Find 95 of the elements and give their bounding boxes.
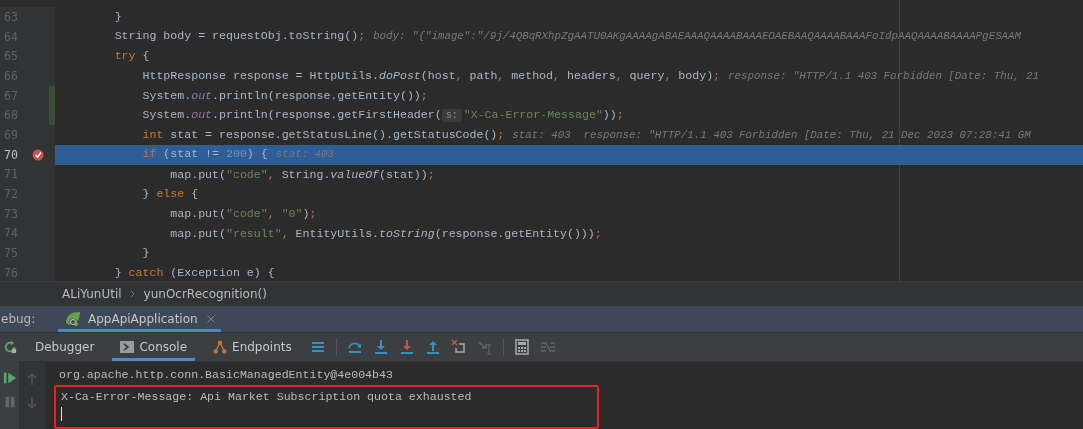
code-keyword: ;: [497, 127, 505, 141]
menu-icon[interactable]: [309, 339, 326, 355]
code-text: String body = requestObj.toString(): [113, 29, 359, 43]
force-step-into-icon[interactable]: [398, 339, 415, 355]
code-text: EntityUtils.: [295, 226, 380, 240]
console-output-line: X-Ca-Error-Message: Api Market Subscription quota exhausted: [61, 389, 473, 405]
code-text: (stat)): [379, 167, 428, 181]
code-string: "code": [226, 167, 268, 181]
console-output-line: org.apache.http.conn.BasicManagedEntity@4e004b43: [59, 367, 394, 383]
code-keyword: ,: [664, 68, 673, 82]
code-method: valueOf: [330, 167, 380, 181]
code-field: out: [191, 107, 213, 121]
code-text: String.: [281, 167, 331, 181]
code-keyword: else: [156, 187, 185, 201]
text-cursor: [61, 407, 62, 421]
code-text: }: [141, 246, 150, 260]
calculator-icon[interactable]: [513, 339, 530, 355]
line-number: 70: [3, 147, 19, 162]
code-text: stat = response.getStatusLine().getStatusCode(): [169, 127, 498, 141]
code-keyword: catch: [128, 265, 164, 279]
trace-icon[interactable]: [539, 339, 556, 355]
code-string: "0": [281, 206, 303, 220]
code-keyword: ,: [553, 68, 561, 82]
code-keyword: ;: [427, 167, 435, 181]
code-text: {: [190, 187, 199, 201]
code-keyword: ;: [616, 107, 624, 121]
code-text: .println(response.getFirstHeader(: [212, 107, 442, 121]
code-text: (response.getEntity())): [434, 226, 595, 240]
code-text: path: [469, 68, 498, 82]
step-into-icon[interactable]: [372, 339, 389, 355]
code-keyword: ;: [358, 29, 366, 43]
inline-value-hint: stat: 403 response: "HTTP/1.1 403 Forbidden [Date: Thu, 21 Dec 2023 07:28:41 GM: [512, 128, 1031, 141]
code-text: HttpResponse response = HttpUtils.: [141, 68, 380, 82]
step-out-icon[interactable]: [424, 339, 441, 355]
code-text: map.put(: [169, 167, 226, 181]
code-text: method: [511, 68, 554, 82]
code-keyword: ,: [615, 68, 624, 82]
code-text: ) {: [246, 147, 268, 161]
code-string: "X-Ca-Error-Message": [463, 107, 603, 121]
code-keyword: ,: [281, 226, 290, 240]
code-text: )): [602, 107, 617, 121]
code-text: headers: [566, 68, 616, 82]
console-icon: [120, 340, 135, 354]
spring-leaf-icon: [64, 311, 82, 328]
drop-frame-icon[interactable]: [450, 339, 467, 355]
breadcrumb-item[interactable]: ALiYunUtil: [62, 286, 122, 301]
code-method: doPost: [379, 68, 421, 82]
code-keyword: ,: [267, 167, 276, 181]
up-arrow-icon[interactable]: [26, 372, 38, 386]
parameter-hint: s:: [441, 108, 462, 122]
rerun-icon[interactable]: [2, 340, 17, 354]
inline-value-hint: stat: 403: [275, 148, 335, 161]
down-arrow-icon[interactable]: [26, 396, 38, 410]
code-text: (Exception e) {: [169, 265, 275, 279]
endpoints-icon: [213, 340, 228, 354]
code-text: ): [302, 206, 310, 220]
tool-tab[interactable]: Endpoints: [205, 333, 300, 361]
code-text: System.: [141, 107, 192, 121]
inline-value-hint: body: "{"image":"/9j/4QBqRXhpZgAATU0AKgAAAAgABAEAAAQAAAABAAAEOAEBAAQAAAABAAAFoIdpAAQAAAABAAAAPgESAAM: [373, 30, 1022, 43]
inline-value-hint: response: "HTTP/1.1 403 Forbidden [Date: Thu, 21: [728, 69, 1040, 82]
code-keyword: int: [141, 127, 164, 141]
code-keyword: ;: [713, 68, 721, 82]
code-text: {: [141, 49, 150, 63]
code-text: query: [629, 68, 665, 82]
resume-icon[interactable]: [2, 371, 17, 385]
code-string: "result": [226, 226, 282, 240]
code-string: "code": [226, 206, 268, 220]
debug-label: ebug:: [1, 311, 37, 329]
code-text: map.put(: [169, 206, 226, 220]
tool-tab[interactable]: Debugger: [27, 333, 103, 361]
code-text: }: [113, 10, 122, 23]
code-keyword: ;: [420, 88, 428, 102]
code-text: .println(response.getEntity()): [212, 88, 421, 102]
code-text: System.: [141, 88, 192, 102]
code-text: body): [678, 68, 714, 82]
code-field: out: [191, 88, 213, 102]
breakpoint-icon[interactable]: [32, 148, 44, 161]
code-text: }: [113, 265, 123, 279]
code-text: (stat !=: [162, 147, 221, 161]
code-method: toString: [379, 226, 435, 240]
breadcrumb-item[interactable]: yunOcrRecognition(): [143, 286, 267, 301]
code-keyword: ,: [267, 206, 276, 220]
run-to-cursor-icon[interactable]: [476, 339, 493, 355]
code-text: }: [141, 187, 151, 201]
code-keyword: ,: [497, 68, 506, 82]
code-keyword: ;: [309, 206, 317, 220]
chevron-icon: [129, 289, 136, 298]
code-text: map.put(: [169, 226, 226, 240]
code-text: (host: [420, 68, 456, 82]
code-number: 200: [226, 147, 247, 161]
code-keyword: ;: [594, 226, 602, 240]
code-keyword: try: [113, 49, 136, 63]
code-keyword: ,: [455, 68, 464, 82]
close-icon[interactable]: [206, 315, 215, 324]
code-keyword: if: [141, 147, 157, 161]
